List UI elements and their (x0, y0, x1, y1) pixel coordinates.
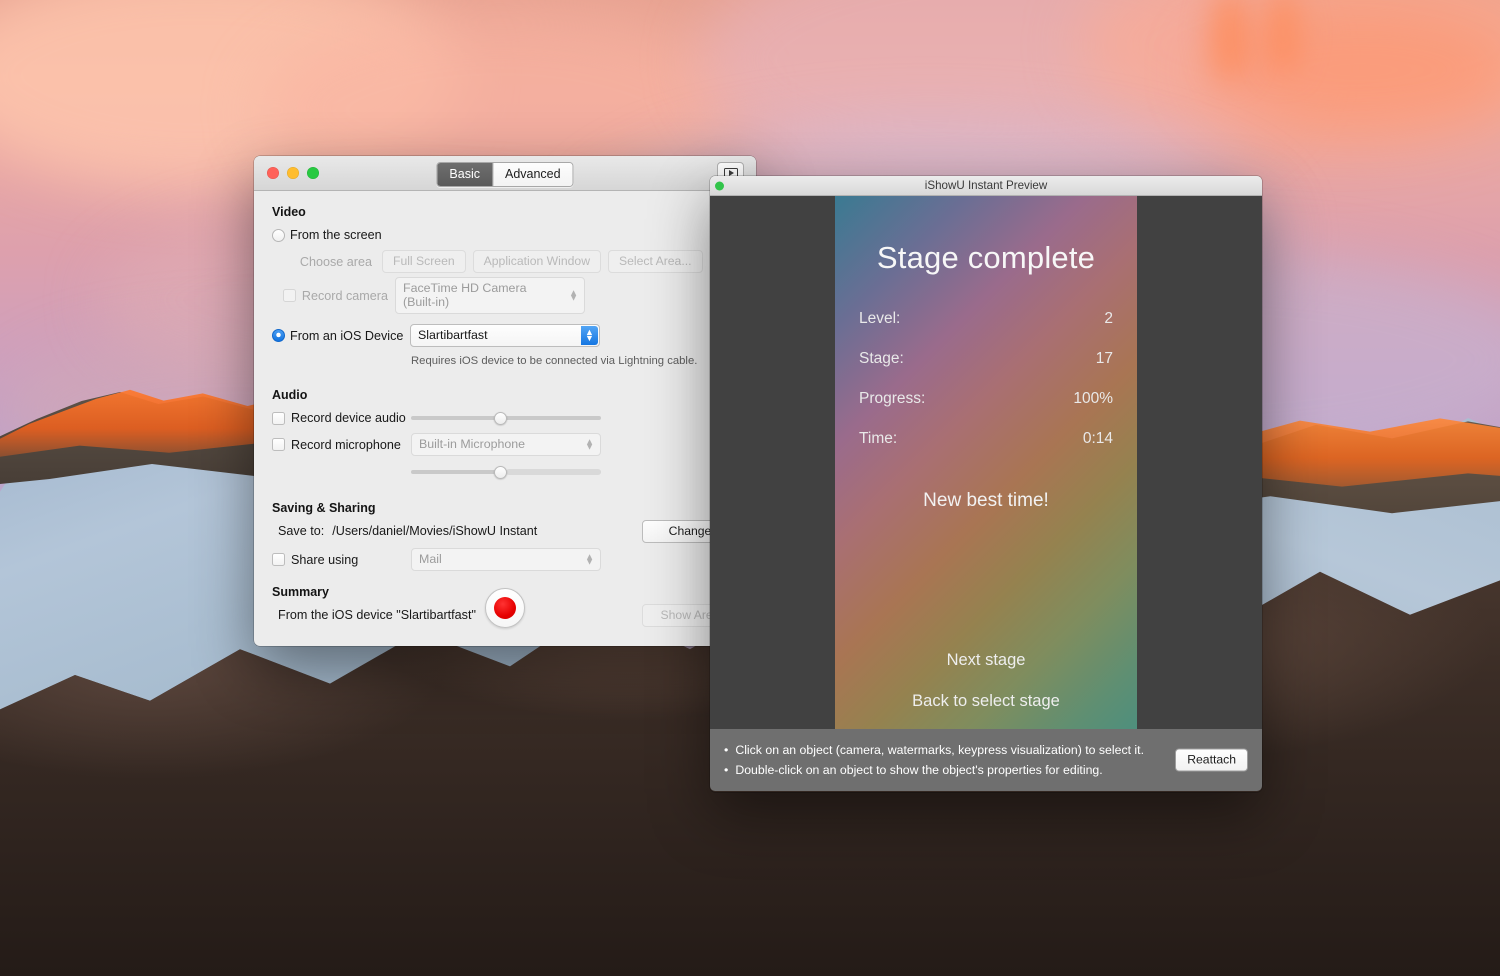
ios-device-select[interactable]: Slartibartfast ▲ ▼ (410, 324, 600, 347)
ios-note-row: Requires iOS device to be connected via … (272, 350, 738, 372)
share-service-select[interactable]: Mail ▲ ▼ (411, 548, 601, 571)
record-camera-label: Record camera (301, 288, 388, 303)
from-screen-row[interactable]: From the screen (272, 224, 738, 246)
mode-tab-group[interactable]: Basic Advanced (436, 162, 574, 187)
stat-row: Level: 2 (859, 310, 1113, 328)
ios-device-value: Slartibartfast (418, 328, 488, 342)
stat-value: 100% (1073, 390, 1113, 407)
microphone-volume-slider[interactable] (411, 464, 601, 480)
full-screen-button[interactable]: Full Screen (382, 250, 466, 273)
slider-knob[interactable] (494, 411, 507, 425)
tab-basic[interactable]: Basic (437, 163, 492, 186)
record-dot-icon (494, 597, 516, 619)
stat-row: Stage: 17 (859, 350, 1113, 368)
microphone-volume-row[interactable] (272, 461, 738, 483)
share-using-checkbox[interactable] (272, 553, 285, 566)
bullet-icon: • (724, 742, 729, 757)
record-device-audio-label: Record device audio (291, 411, 406, 425)
chevron-updown-icon[interactable]: ▲ ▼ (581, 326, 598, 345)
preview-video-area[interactable]: Stage complete Level: 2 Stage: 17 Progre… (710, 196, 1262, 729)
game-stats-list: Level: 2 Stage: 17 Progress: 100% Time: … (859, 310, 1113, 448)
record-camera-row[interactable]: Record camera FaceTime HD Camera (Built-… (272, 277, 738, 314)
minimize-button[interactable] (287, 167, 299, 179)
stat-label: Stage: (859, 350, 904, 367)
share-service-value: Mail (419, 552, 442, 566)
next-stage-button[interactable]: Next stage (835, 651, 1137, 670)
desktop-wallpaper: Basic Advanced Video From the screen Cho… (0, 0, 1500, 976)
saving-section-heading: Saving & Sharing (272, 501, 376, 515)
game-title: Stage complete (876, 240, 1096, 275)
save-to-row: Save to: /Users/daniel/Movies/iShowU Ins… (272, 519, 738, 543)
stat-row: Progress: 100% (859, 390, 1113, 408)
microphone-select[interactable]: Built-in Microphone ▲ ▼ (411, 433, 601, 456)
list-item: • Click on an object (camera, watermarks… (724, 740, 1144, 760)
chevron-updown-icon: ▲ ▼ (585, 550, 594, 567)
from-ios-radio[interactable] (272, 329, 285, 342)
back-to-select-stage-button[interactable]: Back to select stage (835, 692, 1137, 711)
preview-titlebar[interactable]: iShowU Instant Preview (710, 176, 1262, 196)
close-button[interactable] (267, 167, 279, 179)
application-window-button[interactable]: Application Window (472, 250, 601, 273)
save-to-path: /Users/daniel/Movies/iShowU Instant (332, 524, 538, 538)
record-device-audio-checkbox[interactable] (272, 411, 285, 425)
from-ios-label: From an iOS Device (290, 328, 404, 343)
choose-area-row: Choose area Full Screen Application Wind… (272, 250, 738, 273)
camera-select-value: FaceTime HD Camera (Built-in) (403, 281, 527, 309)
ishowu-settings-window[interactable]: Basic Advanced Video From the screen Cho… (254, 156, 756, 646)
summary-text: From the iOS device "Slartibartfast" (278, 608, 476, 622)
status-dot-icon (715, 181, 724, 190)
game-menu[interactable]: Next stage Back to select stage (835, 629, 1137, 711)
share-using-row[interactable]: Share using Mail ▲ ▼ (272, 548, 738, 571)
stat-value: 2 (1104, 310, 1113, 327)
zoom-button[interactable] (307, 167, 319, 179)
preview-hint-bar: • Click on an object (camera, watermarks… (710, 729, 1262, 791)
preview-window-title: iShowU Instant Preview (924, 179, 1048, 192)
reattach-button[interactable]: Reattach (1175, 748, 1248, 772)
stat-label: Level: (859, 310, 901, 327)
slider-track-highlight (506, 469, 601, 475)
slider-knob[interactable] (494, 465, 507, 479)
stat-value: 0:14 (1082, 430, 1113, 447)
hint-text: Click on an object (camera, watermarks, … (735, 742, 1144, 757)
record-microphone-row[interactable]: Record microphone Built-in Microphone ▲ ▼ (272, 433, 738, 456)
from-ios-row[interactable]: From an iOS Device Slartibartfast ▲ ▼ (272, 324, 738, 347)
bullet-icon: • (724, 763, 729, 777)
record-microphone-checkbox[interactable] (272, 438, 285, 451)
select-area-button[interactable]: Select Area... (608, 250, 703, 273)
hint-text: Double-click on an object to show the ob… (735, 763, 1103, 777)
new-best-time-text: New best time! (923, 490, 1049, 511)
list-item: • Double-click on an object to show the … (724, 760, 1144, 780)
hint-list: • Click on an object (camera, watermarks… (724, 740, 1144, 781)
stat-row: Time: 0:14 (859, 430, 1113, 448)
share-using-label: Share using (291, 552, 359, 567)
ishowu-preview-window[interactable]: iShowU Instant Preview Stage complete Le… (710, 176, 1262, 792)
ios-note: Requires iOS device to be connected via … (411, 355, 698, 367)
record-microphone-label: Record microphone (291, 437, 401, 452)
window-controls[interactable] (267, 167, 319, 179)
from-screen-label: From the screen (290, 228, 382, 242)
record-camera-checkbox[interactable] (282, 289, 296, 302)
video-section-heading: Video (272, 205, 306, 219)
from-screen-radio[interactable] (272, 228, 285, 242)
ios-device-screen[interactable]: Stage complete Level: 2 Stage: 17 Progre… (835, 196, 1137, 729)
save-to-label: Save to: (278, 524, 325, 538)
stat-value: 17 (1095, 350, 1113, 367)
record-button[interactable] (485, 588, 525, 628)
audio-section-heading: Audio (272, 388, 308, 402)
tab-advanced[interactable]: Advanced (491, 163, 573, 186)
settings-body: Video From the screen Choose area Full S… (254, 191, 756, 646)
choose-area-label: Choose area (299, 254, 372, 269)
microphone-select-value: Built-in Microphone (419, 437, 526, 451)
chevron-updown-icon: ▲ ▼ (585, 435, 594, 452)
stat-label: Time: (859, 430, 898, 447)
chevron-updown-icon: ▲ ▼ (569, 286, 578, 303)
record-device-audio-row[interactable]: Record device audio (272, 407, 738, 429)
settings-titlebar[interactable]: Basic Advanced (254, 156, 756, 191)
camera-select[interactable]: FaceTime HD Camera (Built-in) ▲ ▼ (395, 277, 585, 314)
device-audio-volume-slider[interactable] (411, 410, 601, 426)
stat-label: Progress: (859, 390, 926, 407)
